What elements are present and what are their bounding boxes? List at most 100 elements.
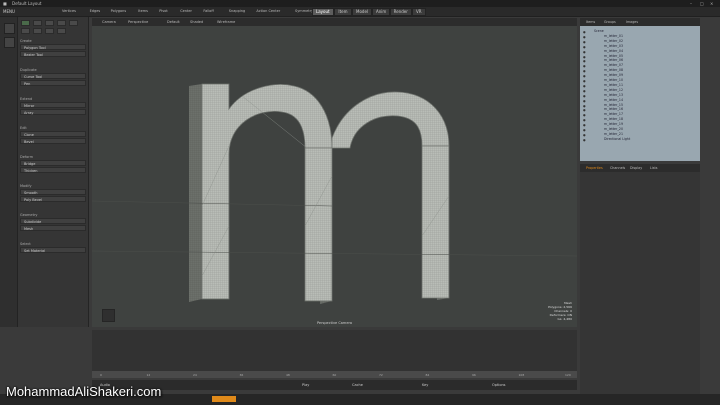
items-list-item[interactable]: Scene <box>594 29 604 34</box>
3d-viewport[interactable]: Mesh Polygons: 2,566 Channels: 0 Deforme… <box>92 26 577 327</box>
items-list-item[interactable]: m_letter_09 <box>604 73 623 78</box>
toolbox-thicken-button[interactable]: Thicken <box>20 167 86 173</box>
toolbox-curve-tool-button[interactable]: Curve Tool <box>20 73 86 79</box>
toolbar-edges-button[interactable]: Edges <box>88 8 103 14</box>
items-list-item[interactable]: m_letter_16 <box>604 107 623 112</box>
toolbox-pen-button[interactable]: Pen <box>20 80 86 86</box>
items-list-item[interactable]: m_letter_14 <box>604 98 623 103</box>
visibility-eye-icon[interactable]: ● <box>583 30 586 34</box>
element-move-icon[interactable] <box>21 28 30 34</box>
items-list-item[interactable]: m_letter_08 <box>604 68 623 73</box>
visibility-eye-icon[interactable]: ● <box>583 50 586 54</box>
items-list-item[interactable]: m_letter_05 <box>604 54 623 59</box>
close-button[interactable]: × <box>710 1 713 6</box>
toolbar-action-center-button[interactable]: Action Center <box>254 8 282 14</box>
visibility-eye-icon[interactable]: ● <box>583 89 586 93</box>
transform-icon[interactable] <box>69 20 78 26</box>
tab-images[interactable]: Images <box>626 20 638 24</box>
tab-display[interactable]: Display <box>630 166 642 170</box>
rotate-icon[interactable] <box>45 20 54 26</box>
items-list-item[interactable]: Directional Light <box>604 137 630 142</box>
snap-icon[interactable] <box>45 28 54 34</box>
key-button[interactable]: Key <box>422 383 428 387</box>
cache-button[interactable]: Cache <box>352 383 363 387</box>
layout-tab-render[interactable]: Render <box>389 8 412 16</box>
timeline[interactable]: 0 12 24 36 48 60 72 84 96 108 120 <box>92 330 577 378</box>
layout-tab-vr[interactable]: VR <box>412 8 426 16</box>
toolbox-clone-button[interactable]: Clone <box>20 131 86 137</box>
visibility-eye-icon[interactable]: ● <box>583 133 586 137</box>
visibility-eye-icon[interactable]: ● <box>583 74 586 78</box>
items-list-item[interactable]: m_letter_15 <box>604 103 623 108</box>
visibility-eye-icon[interactable]: ● <box>583 104 586 108</box>
visibility-eye-icon[interactable]: ● <box>583 123 586 127</box>
toolbar-center-button[interactable]: Center <box>178 8 194 14</box>
items-list-item[interactable]: m_letter_04 <box>604 49 623 54</box>
visibility-eye-icon[interactable]: ● <box>583 99 586 103</box>
pen-icon[interactable] <box>57 28 66 34</box>
tab-groups[interactable]: Groups <box>604 20 616 24</box>
toolbox-mirror-button[interactable]: Mirror <box>20 102 86 108</box>
visibility-eye-icon[interactable]: ● <box>583 84 586 88</box>
maximize-button[interactable]: □ <box>700 1 704 6</box>
layout-tab-model[interactable]: Model <box>352 8 373 16</box>
visibility-eye-icon[interactable]: ● <box>583 94 586 98</box>
viewport-camera-dropdown[interactable]: Camera <box>102 20 116 24</box>
scale-icon[interactable] <box>57 20 66 26</box>
items-list-item[interactable]: m_letter_03 <box>604 44 623 49</box>
items-list-item[interactable]: m_letter_02 <box>604 39 623 44</box>
visibility-eye-icon[interactable]: ● <box>583 59 586 63</box>
toolbar-items-button[interactable]: Items <box>136 8 150 14</box>
minimize-button[interactable]: – <box>690 1 692 6</box>
tab-properties[interactable]: Properties <box>586 166 603 170</box>
visibility-eye-icon[interactable]: ● <box>583 138 586 142</box>
toolbox-mesh-button[interactable]: Mesh <box>20 225 86 231</box>
toolbox-set-material-button[interactable]: Set Material <box>20 247 86 253</box>
items-list-item[interactable]: m_letter_10 <box>604 78 623 83</box>
move-icon[interactable] <box>33 20 42 26</box>
visibility-eye-icon[interactable]: ● <box>583 45 586 49</box>
tab-icon[interactable] <box>4 23 15 34</box>
toolbar-falloff-button[interactable]: Falloff <box>201 8 215 14</box>
toolbar-vertices-button[interactable]: Vertices <box>60 8 78 14</box>
items-list-item[interactable]: m_letter_12 <box>604 88 623 93</box>
status-accent-button[interactable] <box>212 396 236 402</box>
items-list-item[interactable]: m_letter_01 <box>604 34 623 39</box>
items-list-item[interactable]: m_letter_06 <box>604 58 623 63</box>
viewport-shading-dropdown[interactable]: Shaded <box>190 20 203 24</box>
tab-items[interactable]: Items <box>586 20 595 24</box>
toolbox-bevel-button[interactable]: Bevel <box>20 138 86 144</box>
items-list-item[interactable]: m_letter_21 <box>604 132 623 137</box>
items-list-item[interactable]: m_letter_17 <box>604 112 623 117</box>
tab-icon[interactable] <box>4 37 15 48</box>
toolbar-polygons-button[interactable]: Polygons <box>109 8 129 14</box>
visibility-eye-icon[interactable]: ● <box>583 64 586 68</box>
viewport-preset-dropdown[interactable]: Default <box>167 20 180 24</box>
toolbox-array-button[interactable]: Array <box>20 109 86 115</box>
tab-lists[interactable]: Lists <box>650 166 657 170</box>
select-icon[interactable] <box>21 20 30 26</box>
items-list-item[interactable]: m_letter_11 <box>604 83 623 88</box>
toolbox-poly-bevel-button[interactable]: Poly Bevel <box>20 196 86 202</box>
visibility-eye-icon[interactable]: ● <box>583 128 586 132</box>
layout-tab-anim[interactable]: Anim <box>372 8 391 16</box>
visibility-eye-icon[interactable]: ● <box>583 35 586 39</box>
visibility-eye-icon[interactable]: ● <box>583 69 586 73</box>
items-list-item[interactable]: m_letter_07 <box>604 63 623 68</box>
toolbox-subdivide-button[interactable]: Subdivide <box>20 218 86 224</box>
toolbox-bridge-button[interactable]: Bridge <box>20 160 86 166</box>
layout-tab-layout[interactable]: Layout <box>312 8 334 16</box>
viewport-wireframe-toggle[interactable]: Wireframe <box>217 20 235 24</box>
viewport-view-dropdown[interactable]: Perspective <box>128 20 148 24</box>
visibility-eye-icon[interactable]: ● <box>583 118 586 122</box>
options-button[interactable]: Options <box>492 383 506 387</box>
play-button[interactable]: Play <box>302 383 309 387</box>
falloff-icon[interactable] <box>33 28 42 34</box>
toolbar-pivot-button[interactable]: Pivot <box>157 8 170 14</box>
toolbox-smooth-button[interactable]: Smooth <box>20 189 86 195</box>
items-list-item[interactable]: m_letter_20 <box>604 127 623 132</box>
visibility-eye-icon[interactable]: ● <box>583 55 586 59</box>
menu-button[interactable]: MENU <box>3 9 15 14</box>
toolbar-snapping-button[interactable]: Snapping <box>227 8 247 14</box>
visibility-eye-icon[interactable]: ● <box>583 40 586 44</box>
